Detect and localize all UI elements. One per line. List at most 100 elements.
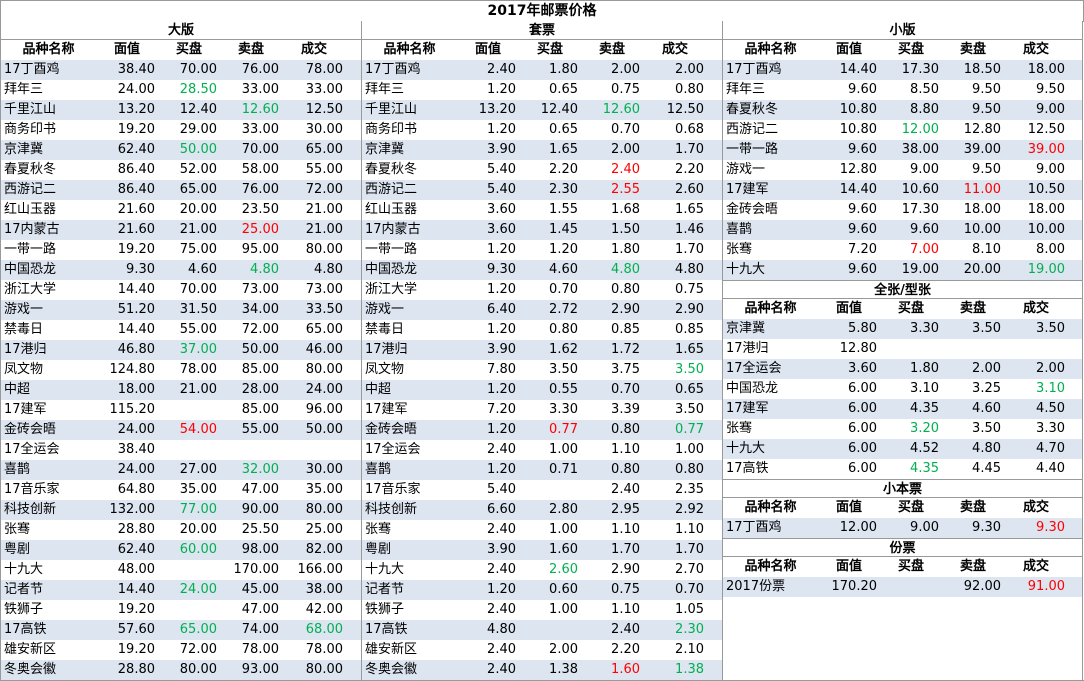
column-header: 成交 bbox=[661, 42, 688, 57]
panel-taopiao: 套票 品种名称 面值 买盘 卖盘 成交 17丁酉鸡 2.40 1.80 2.00 2.00 拜年三 1.… bbox=[361, 21, 722, 680]
price-cell: 10.80 bbox=[839, 122, 877, 137]
price-cell: 1.70 bbox=[611, 542, 640, 557]
table-row: 西游记二 86.40 65.00 76.00 72.00 bbox=[0, 180, 361, 200]
column-header: 面值 bbox=[835, 559, 862, 574]
price-cell: 2.20 bbox=[675, 162, 704, 177]
stamp-name-cell: 春夏秋冬 bbox=[365, 162, 418, 177]
price-cell bbox=[158, 560, 220, 580]
table-row: 冬奥会徽 28.80 80.00 93.00 80.00 bbox=[0, 660, 361, 680]
price-cell: 2.40 bbox=[487, 442, 516, 457]
price-cell: 72.00 bbox=[179, 642, 217, 657]
price-cell: 48.00 bbox=[117, 562, 155, 577]
price-cell: 2.20 bbox=[611, 642, 640, 657]
price-cell: 9.00 bbox=[1036, 162, 1065, 177]
price-cell: 1.20 bbox=[487, 582, 516, 597]
price-cell: 4.52 bbox=[910, 441, 939, 456]
price-cell: 3.25 bbox=[972, 381, 1001, 396]
price-cell: 0.71 bbox=[549, 462, 578, 477]
price-cell: 12.00 bbox=[901, 122, 939, 137]
stamp-name-cell: 17全运会 bbox=[4, 442, 60, 457]
table-row: 张骞 7.20 7.00 8.10 8.00 bbox=[722, 240, 1083, 260]
price-cell: 64.80 bbox=[117, 482, 155, 497]
panel-right: 小版 品种名称 面值 买盘 卖盘 成交 17丁酉鸡 14.40 17.30 18.50 18.00 拜… bbox=[722, 21, 1083, 680]
price-cell: 0.75 bbox=[611, 582, 640, 597]
price-cell: 82.00 bbox=[305, 542, 343, 557]
table-row: 春夏秋冬 10.80 8.80 9.50 9.00 bbox=[722, 100, 1083, 120]
table-row: 千里江山 13.20 12.40 12.60 12.50 bbox=[361, 100, 722, 120]
price-cell: 0.85 bbox=[611, 322, 640, 337]
price-cell: 10.60 bbox=[901, 182, 939, 197]
price-cell: 80.00 bbox=[179, 662, 217, 677]
column-header: 品种名称 bbox=[744, 301, 797, 316]
price-cell: 73.00 bbox=[241, 282, 279, 297]
price-cell: 1.10 bbox=[675, 522, 704, 537]
price-cell: 5.40 bbox=[487, 162, 516, 177]
price-cell: 65.00 bbox=[305, 322, 343, 337]
price-cell: 4.45 bbox=[972, 461, 1001, 476]
stamp-name-cell: 17全运会 bbox=[365, 442, 421, 457]
price-cell: 0.80 bbox=[549, 322, 578, 337]
price-cell: 85.00 bbox=[241, 402, 279, 417]
stamp-name-cell: 17全运会 bbox=[726, 361, 782, 376]
table-row: 17全运会 2.40 1.00 1.10 1.00 bbox=[361, 440, 722, 460]
stamp-name-cell: 游戏一 bbox=[4, 302, 44, 317]
table-row: 京津冀 62.40 50.00 70.00 65.00 bbox=[0, 140, 361, 160]
price-cell: 6.60 bbox=[487, 502, 516, 517]
price-cell: 5.40 bbox=[487, 182, 516, 197]
stamp-name-cell: 浙江大学 bbox=[365, 282, 418, 297]
price-cell: 4.35 bbox=[910, 461, 939, 476]
price-cell: 1.00 bbox=[549, 522, 578, 537]
price-cell bbox=[880, 339, 942, 359]
price-cell: 12.80 bbox=[963, 122, 1001, 137]
table-row: 17建军 14.40 10.60 11.00 10.50 bbox=[722, 180, 1083, 200]
table-row: 春夏秋冬 86.40 52.00 58.00 55.00 bbox=[0, 160, 361, 180]
price-cell: 70.00 bbox=[179, 62, 217, 77]
price-cell: 14.40 bbox=[117, 322, 155, 337]
price-cell bbox=[942, 339, 1004, 359]
table-row: 游戏一 12.80 9.00 9.50 9.00 bbox=[722, 160, 1083, 180]
stamp-name-cell: 商务印书 bbox=[4, 122, 57, 137]
table-row: 喜鹊 9.60 9.60 10.00 10.00 bbox=[722, 220, 1083, 240]
stamp-name-cell: 春夏秋冬 bbox=[4, 162, 57, 177]
table-row: 17高铁 6.00 4.35 4.45 4.40 bbox=[722, 459, 1083, 479]
column-header: 买盘 bbox=[897, 500, 924, 515]
price-cell: 1.65 bbox=[675, 342, 704, 357]
price-cell: 4.60 bbox=[188, 262, 217, 277]
stamp-name-cell: 禁毒日 bbox=[365, 322, 405, 337]
stamp-name-cell: 17建军 bbox=[4, 402, 47, 417]
stamp-name-cell: 中国恐龙 bbox=[4, 262, 57, 277]
price-cell: 3.39 bbox=[611, 402, 640, 417]
price-cell: 47.00 bbox=[241, 482, 279, 497]
price-cell: 0.80 bbox=[611, 422, 640, 437]
table-row: 喜鹊 24.00 27.00 32.00 30.00 bbox=[0, 460, 361, 480]
price-cell: 0.77 bbox=[675, 422, 704, 437]
price-cell: 6.00 bbox=[848, 461, 877, 476]
price-cell: 10.00 bbox=[1027, 222, 1065, 237]
price-cell: 3.50 bbox=[675, 402, 704, 417]
price-cell: 2.00 bbox=[972, 361, 1001, 376]
panel1-header-row: 品种名称 面值 买盘 卖盘 成交 bbox=[361, 40, 722, 60]
price-cell: 1.68 bbox=[611, 202, 640, 217]
price-cell: 72.00 bbox=[241, 322, 279, 337]
price-cell: 7.00 bbox=[910, 242, 939, 257]
column-header: 成交 bbox=[1022, 500, 1049, 515]
stamp-name-cell: 金砖会晤 bbox=[365, 422, 418, 437]
price-cell: 65.00 bbox=[305, 142, 343, 157]
table-row: 17高铁 4.80 2.40 2.30 bbox=[361, 620, 722, 640]
price-cell: 25.50 bbox=[241, 522, 279, 537]
stamp-name-cell: 喜鹊 bbox=[365, 462, 392, 477]
price-cell: 86.40 bbox=[117, 182, 155, 197]
table-row: 金砖会晤 1.20 0.77 0.80 0.77 bbox=[361, 420, 722, 440]
price-cell: 28.80 bbox=[117, 522, 155, 537]
price-cell: 12.60 bbox=[602, 102, 640, 117]
stamp-name-cell: 中超 bbox=[365, 382, 392, 397]
column-header: 买盘 bbox=[897, 301, 924, 316]
price-cell: 0.85 bbox=[675, 322, 704, 337]
price-cell: 10.50 bbox=[1027, 182, 1065, 197]
table-row: 游戏一 51.20 31.50 34.00 33.50 bbox=[0, 300, 361, 320]
price-cell: 9.00 bbox=[910, 520, 939, 535]
price-cell: 24.00 bbox=[179, 582, 217, 597]
column-header: 品种名称 bbox=[744, 559, 797, 574]
price-cell: 0.80 bbox=[611, 462, 640, 477]
price-cell: 80.00 bbox=[305, 362, 343, 377]
